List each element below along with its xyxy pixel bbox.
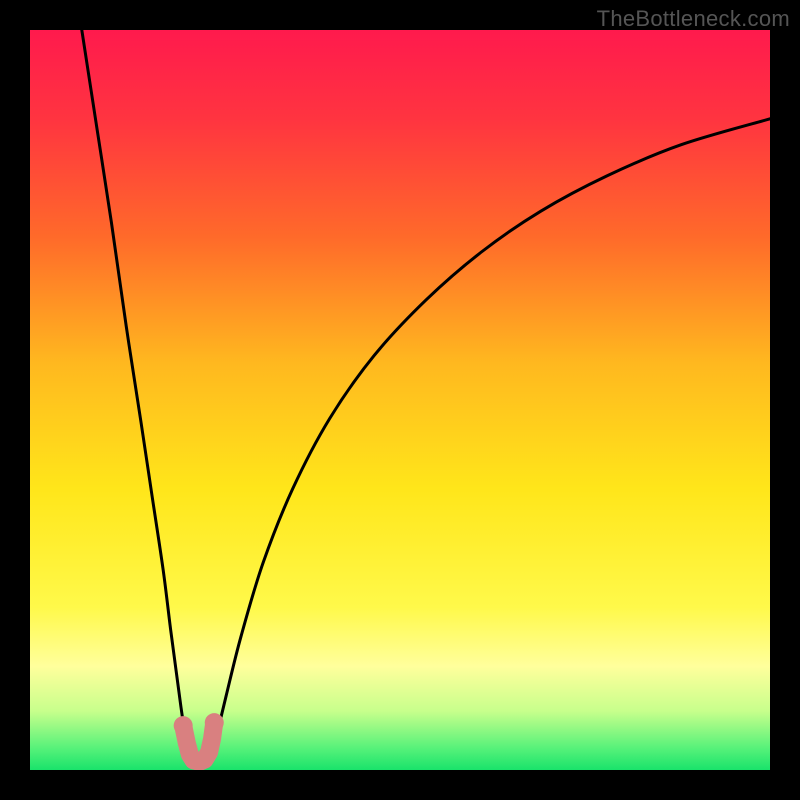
chart-background-gradient <box>30 30 770 770</box>
marker-dot <box>174 716 193 735</box>
watermark-text: TheBottleneck.com <box>597 6 790 32</box>
marker-dot <box>205 713 224 732</box>
chart-svg <box>30 30 770 770</box>
chart-outer-frame: TheBottleneck.com <box>0 0 800 800</box>
plot-area <box>30 30 770 770</box>
